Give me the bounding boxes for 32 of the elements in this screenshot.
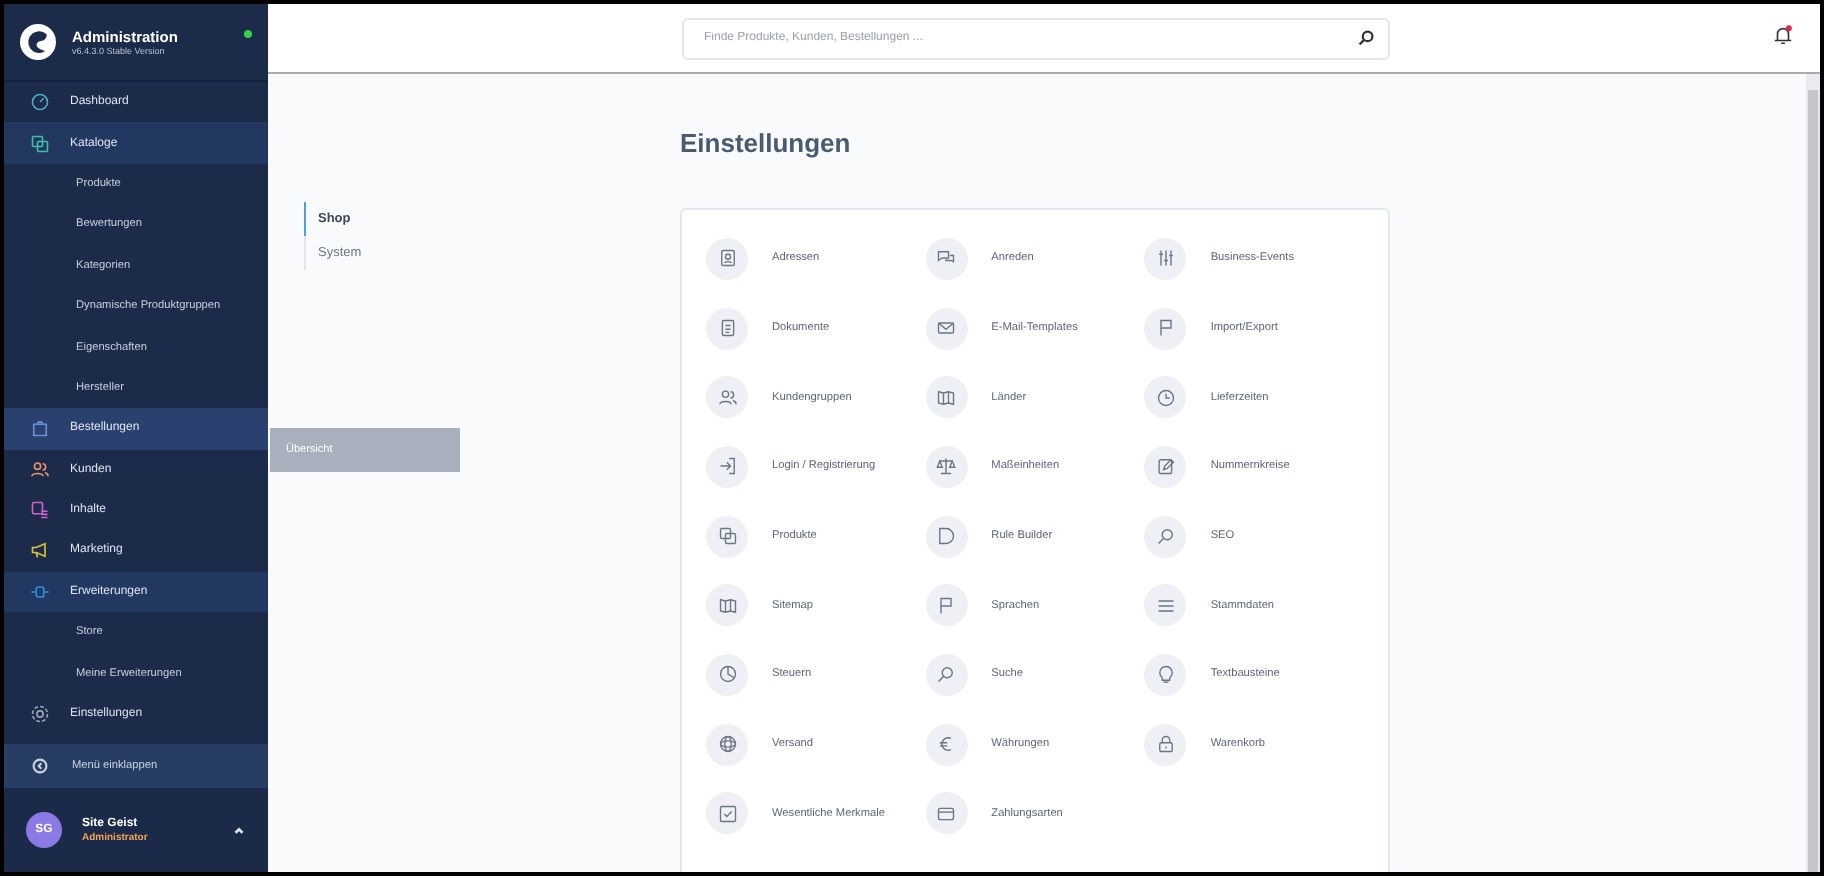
flag-icon [936, 595, 957, 616]
euro-icon [936, 734, 957, 755]
pie-chart-icon [717, 664, 737, 685]
notification-bell-icon[interactable] [1772, 24, 1794, 46]
search-icon[interactable] [1358, 30, 1374, 46]
lock-icon [1155, 734, 1176, 755]
page-title: Einstellungen [680, 128, 853, 158]
lightbulb-icon [1155, 664, 1176, 685]
scrollbar[interactable] [1806, 74, 1820, 872]
map-icon [717, 595, 737, 616]
pencil-square-icon [1155, 456, 1176, 477]
search-icon [936, 664, 957, 685]
copies-icon [717, 526, 737, 547]
sliders-icon [1155, 248, 1176, 269]
search-icon [1155, 526, 1176, 547]
map-icon [936, 387, 957, 408]
list-lines-icon [1155, 595, 1176, 616]
users-icon [717, 387, 737, 408]
flag-icon [1155, 318, 1176, 339]
envelope-icon [936, 318, 957, 339]
login-arrow-icon [717, 456, 737, 477]
document-icon [717, 318, 737, 339]
scale-icon [936, 456, 957, 477]
contact-card-icon [717, 248, 737, 269]
credit-card-icon [936, 803, 957, 824]
chat-bubbles-icon [936, 248, 957, 269]
logo-icon [20, 24, 56, 60]
checkbox-icon [717, 803, 737, 824]
clock-icon [1155, 387, 1176, 408]
chevron-circle-icon [32, 758, 48, 774]
globe-icon [717, 734, 737, 755]
chevron-up-icon[interactable] [232, 823, 246, 837]
